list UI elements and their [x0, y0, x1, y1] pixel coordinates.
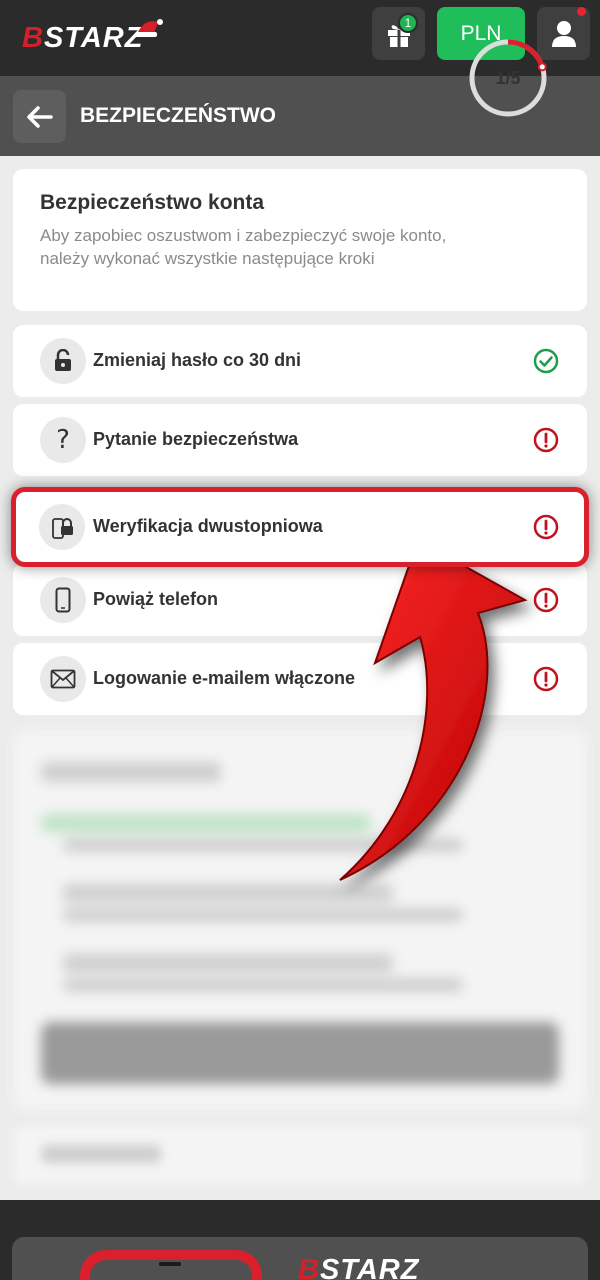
page-title: BEZPIECZEŃSTWO [80, 104, 277, 127]
phone-notch [159, 1262, 181, 1266]
footer-logo: BSTARZ [298, 1254, 420, 1280]
account-security-summary: Bezpieczeństwo konta Aby zapobiec oszust… [13, 169, 587, 311]
blurred-section [13, 1125, 587, 1185]
gift-button[interactable] [372, 7, 425, 60]
user-icon [551, 20, 576, 47]
progress-label: 1/5 [495, 67, 521, 88]
step-label: Pytanie bezpieczeństwa [93, 429, 299, 449]
phone-icon [40, 577, 86, 623]
summary-description: Aby zapobiec oszustwom i zabezpieczyć sw… [40, 226, 447, 268]
lock-icon [40, 338, 86, 384]
step-label: Zmieniaj hasło co 30 dni [93, 350, 302, 370]
santa-hat-icon [135, 19, 163, 37]
logo-text: BSTARZ [22, 22, 144, 54]
logo[interactable]: BSTARZ [22, 18, 163, 54]
step-label: Powiąż telefon [93, 589, 219, 609]
question-icon: ? [40, 417, 86, 463]
gift-count-badge: 1 [398, 13, 418, 33]
notification-dot [577, 7, 586, 16]
back-button[interactable] [13, 90, 66, 143]
check-circle-icon [533, 348, 559, 374]
summary-heading: Bezpieczeństwo konta [40, 191, 265, 214]
pointer-arrow-icon [339, 538, 528, 881]
step-security-question[interactable]: ? Pytanie bezpieczeństwa [13, 404, 587, 476]
two-factor-icon [39, 504, 85, 550]
step-two-factor-highlighted[interactable]: Weryfikacja dwustopniowa [11, 487, 589, 567]
warning-circle-icon [533, 514, 559, 540]
step-label: Weryfikacja dwustopniowa [93, 516, 323, 536]
warning-circle-icon [533, 427, 559, 453]
step-password-change[interactable]: Zmieniaj hasło co 30 dni [13, 325, 587, 397]
arrow-left-icon [26, 105, 53, 128]
footer: BSTARZ [0, 1200, 600, 1280]
envelope-icon [40, 656, 86, 702]
